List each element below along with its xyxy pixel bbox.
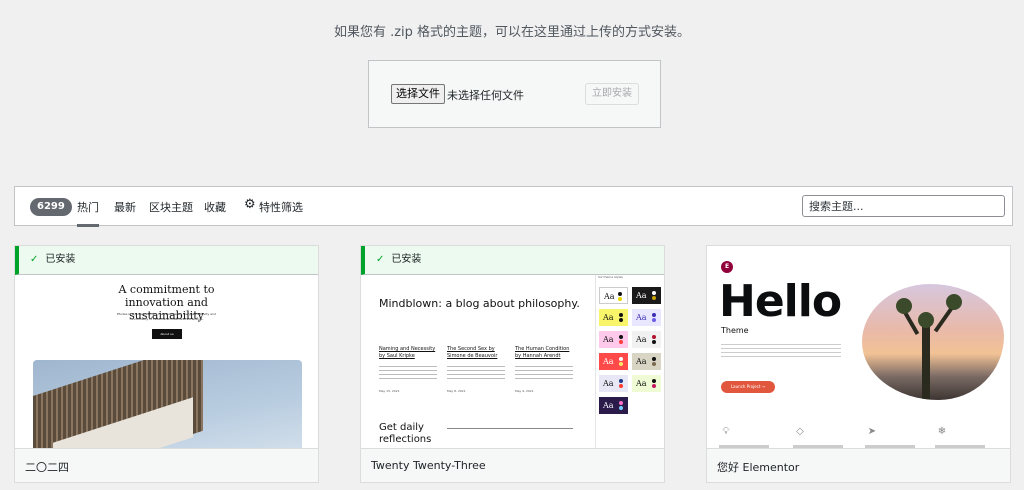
style-swatch: Aa (632, 309, 661, 326)
style-swatch: Aa (632, 331, 661, 348)
snowflake-icon: ❄ (937, 426, 947, 437)
theme-screenshot[interactable]: E Hello Theme Launch Project → 💡︎ ◇ ➤ ❄ (707, 246, 1010, 449)
preview-post-title: Naming and Necessity by Saul Kripke (379, 346, 436, 359)
swatch-label: Aa (636, 379, 647, 388)
file-status: 未选择任何文件 (447, 89, 524, 102)
preview-body-text (721, 344, 841, 360)
style-swatch: Aa (632, 375, 661, 392)
style-swatch: Aa (632, 353, 661, 370)
preview-post-excerpt (515, 366, 573, 380)
theme-card[interactable]: E Hello Theme Launch Project → 💡︎ ◇ ➤ ❄ … (706, 245, 1011, 483)
preview-post-date: May 4, 2021 (515, 389, 534, 393)
upload-form: 选择文件 未选择任何文件 立即安装 (368, 60, 661, 128)
tab-latest[interactable]: 最新 (114, 199, 136, 215)
theme-name: 您好 Elementor (707, 448, 1010, 482)
installed-label: 已安装 (391, 254, 422, 265)
style-swatch: Aa (599, 375, 628, 392)
theme-filter-bar: 6299 热门 最新 区块主题 收藏 ⚙ 特性筛选 (14, 186, 1013, 227)
swatch-label: Aa (603, 401, 614, 410)
swatch-label: Aa (636, 313, 647, 322)
swatch-label: Aa (636, 335, 647, 344)
preview-post-excerpt (379, 366, 437, 380)
style-swatch: Aa (599, 309, 628, 326)
installed-notice: ✓ 已安装 (361, 246, 664, 275)
tab-favorites[interactable]: 收藏 (204, 199, 226, 215)
preview-building-image (33, 360, 302, 449)
tab-block-themes[interactable]: 区块主题 (149, 199, 193, 215)
choose-file-button[interactable]: 选择文件 (391, 84, 445, 104)
style-swatch: Aa (599, 287, 628, 304)
preview-cactus-image (862, 284, 1004, 400)
search-themes-input[interactable] (802, 195, 1005, 217)
installed-notice: ✓ 已安装 (15, 246, 318, 275)
theme-screenshot[interactable]: A commitment to innovation and sustainab… (15, 246, 318, 449)
theme-card[interactable]: ✓ 已安装 Mindblown: a blog about philosophy.… (360, 245, 665, 483)
preview-post-excerpt (447, 366, 505, 380)
preview-post-title: The Human Condition by Hannah Arendt (515, 346, 570, 359)
elementor-logo-icon: E (721, 261, 733, 273)
swatch-label: Aa (603, 335, 614, 344)
checkmark-icon: ✓ (376, 254, 385, 265)
swatch-label: Aa (636, 357, 647, 366)
preview-subtitle: Études is a pioneering firm that seamles… (117, 312, 216, 321)
theme-name: 二〇二四 (15, 448, 318, 482)
installed-label: 已安装 (45, 254, 76, 265)
style-swatch: Aa (599, 331, 628, 348)
preview-button: About us (152, 329, 182, 339)
gear-icon[interactable]: ⚙ (244, 198, 256, 212)
preview-cta: Get daily reflections (379, 422, 432, 445)
swatch-label: Aa (603, 357, 614, 366)
preview-theme-label: Theme (721, 326, 749, 335)
diamond-icon: ◇ (796, 426, 804, 437)
style-variations-label: Six theme styles (598, 275, 623, 279)
style-swatch: Aa (599, 353, 628, 370)
preview-headline: Mindblown: a blog about philosophy. (379, 297, 580, 310)
swatch-label: Aa (636, 291, 647, 300)
checkmark-icon: ✓ (30, 254, 39, 265)
theme-count-badge: 6299 (30, 198, 72, 216)
feature-filter-button[interactable]: 特性筛选 (259, 199, 303, 215)
preview-headline: Hello (719, 276, 842, 327)
theme-screenshot[interactable]: Mindblown: a blog about philosophy. Nami… (361, 246, 664, 449)
preview-post-date: May 8, 2021 (447, 389, 466, 393)
tab-popular[interactable]: 热门 (77, 199, 99, 227)
swatch-label: Aa (604, 292, 615, 301)
paper-plane-icon: ➤ (867, 426, 877, 437)
style-swatch: Aa (599, 397, 628, 414)
style-swatch: Aa (632, 287, 661, 304)
preview-divider (447, 428, 573, 429)
swatch-label: Aa (603, 379, 614, 388)
preview-post-title: The Second Sex by Simone de Beauvoir (447, 346, 498, 359)
theme-card[interactable]: ✓ 已安装 A commitment to innovation and sust… (14, 245, 319, 483)
theme-name: Twenty Twenty-Three (361, 448, 664, 482)
upload-hint: 如果您有 .zip 格式的主题，可以在这里通过上传的方式安装。 (333, 25, 691, 40)
lightbulb-icon: 💡︎ (722, 426, 730, 437)
preview-post-date: May 15, 2021 (379, 389, 400, 393)
install-now-button[interactable]: 立即安装 (585, 83, 639, 105)
preview-button: Launch Project → (721, 381, 775, 393)
swatch-label: Aa (603, 313, 614, 322)
